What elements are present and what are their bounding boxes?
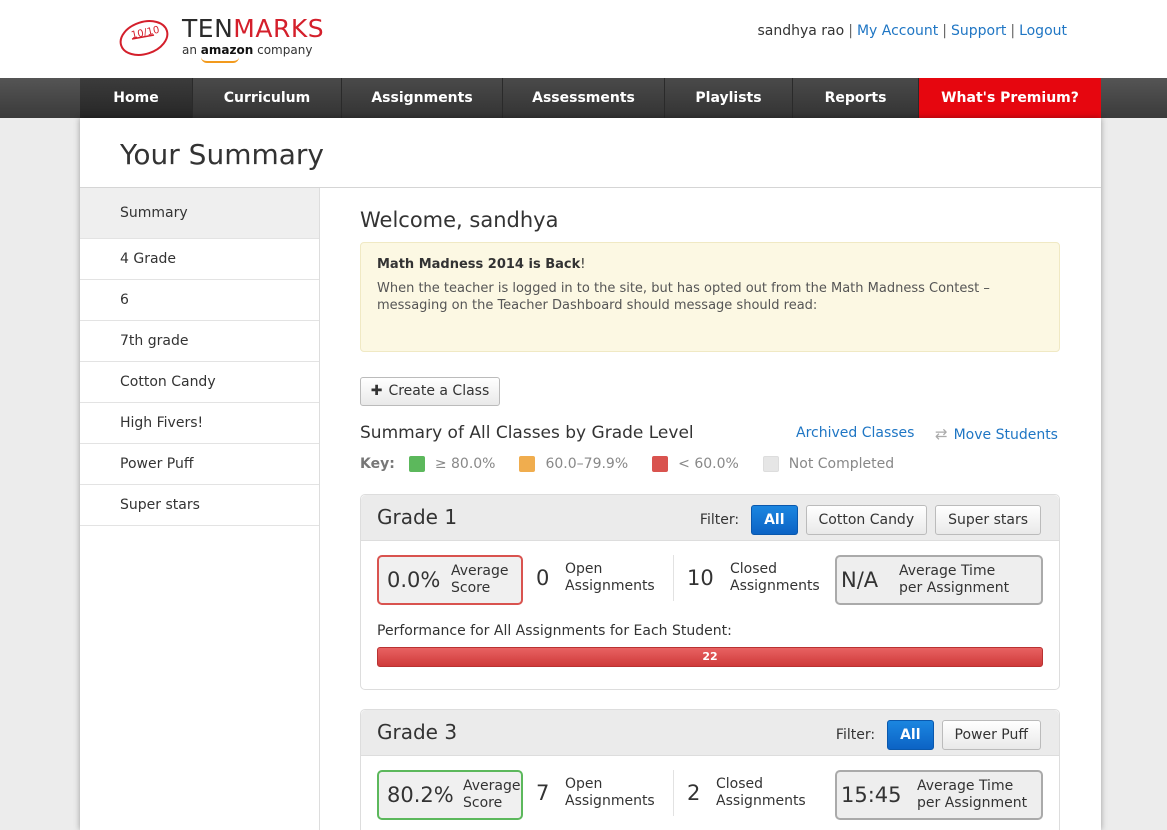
move-students-link[interactable]: ⇄ Move Students — [935, 425, 1058, 443]
nav-assessments[interactable]: Assessments — [503, 78, 665, 118]
tenmarks-badge-icon: 10/10 — [119, 20, 169, 56]
key-swatch-green — [408, 456, 425, 472]
performance-bar[interactable]: 22 — [377, 647, 1043, 667]
stat-divider — [673, 770, 674, 816]
filter-all-button[interactable]: All — [751, 505, 798, 535]
grade-name: Grade 3 — [377, 720, 458, 744]
amazon-smile-icon — [201, 57, 239, 63]
average-score-box: 80.2% Average Score — [377, 770, 523, 820]
key-swatch-gray — [762, 456, 779, 472]
sidebar-item-4-grade[interactable]: 4 Grade — [80, 239, 319, 280]
summary-heading: Summary of All Classes by Grade Level — [360, 423, 694, 443]
performance-label: Performance for All Assignments for Each… — [377, 623, 732, 639]
score-key: Key: ≥ 80.0% 60.0–79.9% < 60.0% Not Comp… — [360, 456, 918, 472]
notice-body: When the teacher is logged in to the sit… — [377, 281, 990, 313]
grade-panel-grade-3: Grade 3 Filter: All Power Puff 80.2% Ave… — [360, 709, 1060, 830]
sidebar-item-6[interactable]: 6 — [80, 280, 319, 321]
nav-home[interactable]: Home — [80, 78, 193, 118]
grade-header: Grade 1 Filter: All Cotton Candy Super s… — [361, 495, 1059, 541]
closed-label: Closed Assignments — [730, 561, 820, 594]
brand-tagline: an amazon company — [182, 43, 313, 57]
main-nav: Home Curriculum Assignments Assessments … — [80, 78, 1101, 118]
swap-arrows-icon: ⇄ — [935, 425, 948, 443]
top-header: 10/10 TENMARKS an amazon company sandhya… — [0, 0, 1167, 78]
key-label-not-completed: Not Completed — [788, 456, 895, 472]
grade-filter: Filter: All Power Puff — [836, 720, 1041, 750]
support-link[interactable]: Support — [951, 23, 1006, 39]
filter-cotton-candy-button[interactable]: Cotton Candy — [805, 505, 928, 535]
sidebar-item-summary[interactable]: Summary — [80, 188, 319, 239]
welcome-heading: Welcome, sandhya — [360, 208, 559, 232]
key-label-mid: 60.0–79.9% — [545, 456, 629, 472]
grade-stats: 0.0% Average Score 0 Open Assignments 10 C… — [361, 541, 1059, 605]
average-score-box: 0.0% Average Score — [377, 555, 523, 605]
my-account-link[interactable]: My Account — [857, 23, 938, 39]
user-name: sandhya rao — [757, 23, 845, 39]
page-title: Your Summary — [120, 138, 324, 171]
class-sidebar: Summary 4 Grade 6 7th grade Cotton Candy… — [80, 188, 320, 830]
stat-divider — [673, 555, 674, 601]
nav-assignments[interactable]: Assignments — [342, 78, 503, 118]
average-time-box: 15:45 Average Time per Assignment — [835, 770, 1043, 820]
open-count: 0 — [536, 566, 550, 590]
grade-name: Grade 1 — [377, 505, 458, 529]
summary-main: Welcome, sandhya Math Madness 2014 is Ba… — [360, 188, 1060, 830]
filter-all-button[interactable]: All — [887, 720, 934, 750]
filter-super-stars-button[interactable]: Super stars — [935, 505, 1041, 535]
content-card: Your Summary Summary 4 Grade 6 7th grade… — [80, 118, 1101, 830]
sidebar-item-power-puff[interactable]: Power Puff — [80, 444, 319, 485]
key-label-high: ≥ 80.0% — [434, 456, 496, 472]
average-score-value: 0.0% — [387, 568, 441, 592]
open-label: Open Assignments — [565, 561, 655, 594]
nav-curriculum[interactable]: Curriculum — [193, 78, 342, 118]
grade-stats: 80.2% Average Score 7 Open Assignments 2 C… — [361, 756, 1059, 820]
key-label: Key: — [360, 456, 395, 472]
average-time-value: N/A — [841, 568, 879, 592]
average-time-value: 15:45 — [841, 783, 902, 807]
nav-reports[interactable]: Reports — [793, 78, 919, 118]
create-class-button[interactable]: ✚ Create a Class — [360, 377, 500, 406]
filter-power-puff-button[interactable]: Power Puff — [941, 720, 1041, 750]
sidebar-item-high-fivers[interactable]: High Fivers! — [80, 403, 319, 444]
notice-box: Math Madness 2014 is Back! When the teac… — [360, 242, 1060, 352]
sidebar-item-cotton-candy[interactable]: Cotton Candy — [80, 362, 319, 403]
notice-title: Math Madness 2014 is Back! — [377, 257, 586, 272]
tenmarks-logo[interactable]: 10/10 TENMARKS an amazon company — [118, 14, 324, 64]
closed-count: 10 — [687, 566, 714, 590]
average-time-box: N/A Average Time per Assignment — [835, 555, 1043, 605]
filter-label: Filter: — [835, 727, 876, 743]
sidebar-item-7th-grade[interactable]: 7th grade — [80, 321, 319, 362]
grade-header: Grade 3 Filter: All Power Puff — [361, 710, 1059, 756]
sidebar-item-super-stars[interactable]: Super stars — [80, 485, 319, 526]
plus-icon: ✚ — [370, 383, 383, 399]
nav-whats-premium[interactable]: What's Premium? — [919, 78, 1101, 118]
key-swatch-red — [652, 456, 669, 472]
grade-panel-grade-1: Grade 1 Filter: All Cotton Candy Super s… — [360, 494, 1060, 690]
key-swatch-orange — [519, 456, 536, 472]
average-time-label: Average Time per Assignment — [917, 778, 1028, 811]
nav-playlists[interactable]: Playlists — [665, 78, 793, 118]
filter-label: Filter: — [699, 512, 740, 528]
average-score-value: 80.2% — [387, 783, 454, 807]
average-time-label: Average Time per Assignment — [899, 563, 1010, 596]
key-label-low: < 60.0% — [678, 456, 739, 472]
average-score-label: Average Score — [463, 778, 521, 811]
user-links: sandhya rao | My Account | Support | Logout — [757, 23, 1067, 39]
average-score-label: Average Score — [451, 563, 509, 596]
grade-filter: Filter: All Cotton Candy Super stars — [700, 505, 1041, 535]
closed-count: 2 — [687, 781, 701, 805]
open-label: Open Assignments — [565, 776, 655, 809]
open-count: 7 — [536, 781, 550, 805]
archived-classes-link[interactable]: Archived Classes — [796, 425, 914, 441]
closed-label: Closed Assignments — [716, 776, 806, 809]
brand-name: TENMARKS — [182, 14, 325, 43]
logout-link[interactable]: Logout — [1019, 23, 1067, 39]
